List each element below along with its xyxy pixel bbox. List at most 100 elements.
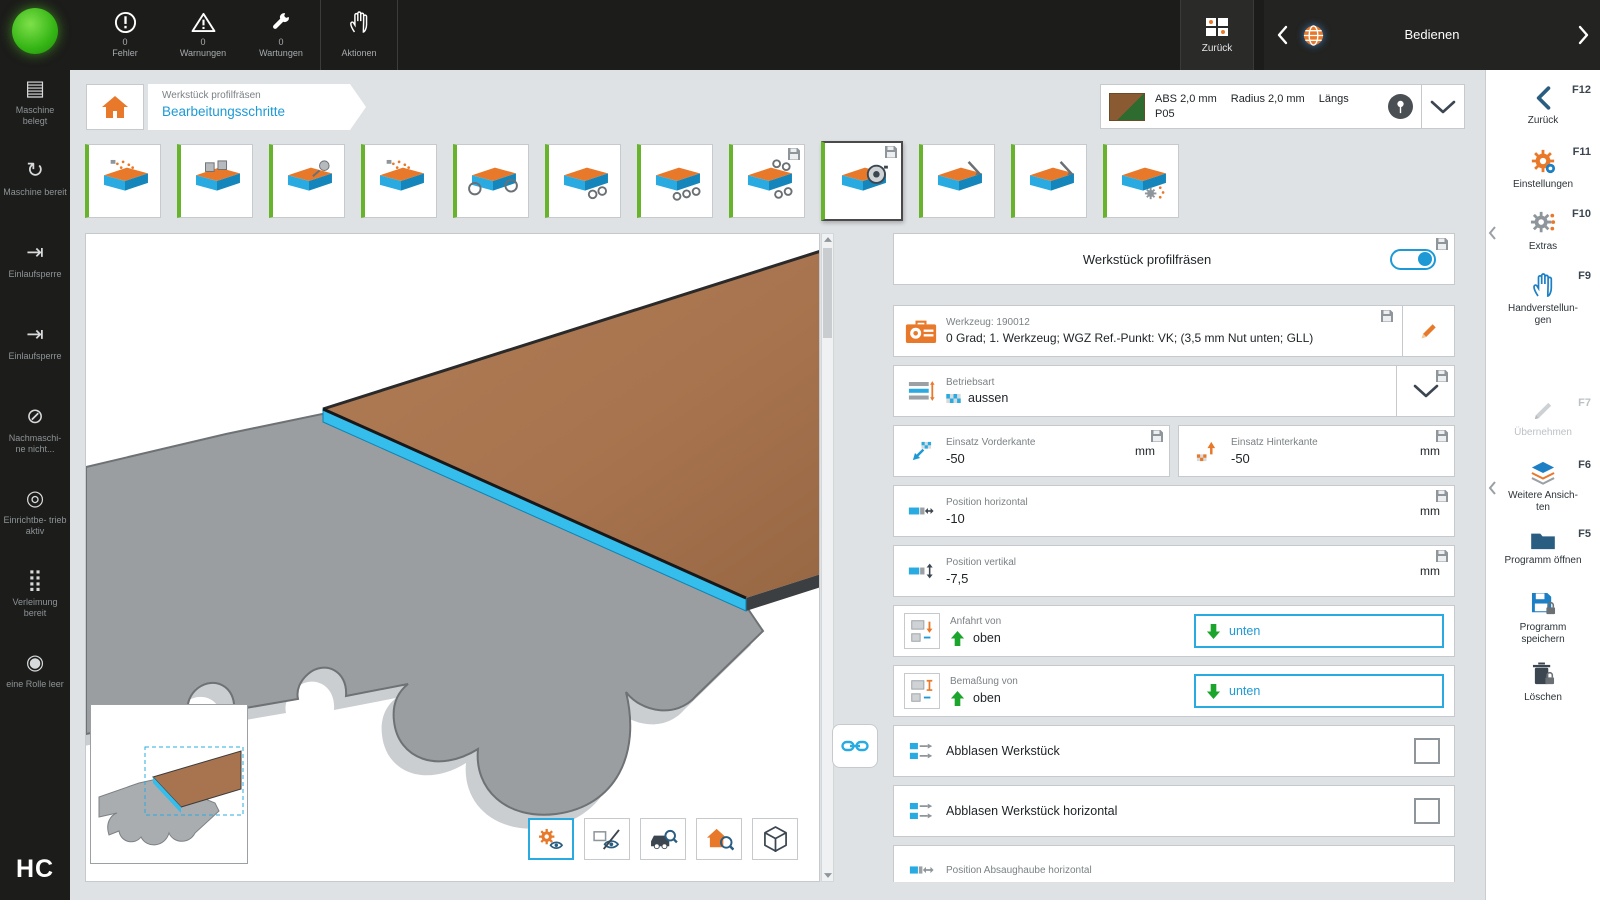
- save-icon: [1435, 429, 1449, 443]
- sidebar-status-label: Einlaufsperre: [5, 351, 64, 362]
- fkey-l-schen[interactable]: Löschen: [1486, 654, 1600, 716]
- abblasen-horizontal-checkbox[interactable]: [1414, 798, 1440, 824]
- back-button[interactable]: Zurück: [1180, 0, 1254, 70]
- fkey-F11[interactable]: F11Einstellungen: [1486, 140, 1600, 202]
- fkey-number: F7: [1578, 397, 1591, 409]
- setup-mode-icon: ◎: [26, 488, 44, 510]
- settings-gear-icon: [1530, 148, 1556, 174]
- field-abblasen-werkstueck-horizontal: Abblasen Werkstück horizontal: [893, 785, 1455, 837]
- zoom-home-button[interactable]: [696, 818, 742, 860]
- home-search-icon: [705, 827, 734, 852]
- step-5-press[interactable]: [453, 144, 529, 218]
- pencil-icon: [1419, 321, 1439, 341]
- sidebar-status-maschine-bereit: ↻Maschine bereit: [0, 152, 70, 234]
- viewport-minimap[interactable]: [90, 704, 248, 864]
- card-werkzeug[interactable]: Werkzeug: 190012 0 Grad; 1. Werkzeug; WG…: [893, 305, 1455, 357]
- scroll-down-icon[interactable]: [824, 873, 832, 878]
- step-8-rollersPair[interactable]: [729, 144, 805, 218]
- step-3-knife[interactable]: [269, 144, 345, 218]
- step-6-rollers2[interactable]: [545, 144, 621, 218]
- abblasen-werkstueck-checkbox[interactable]: [1414, 738, 1440, 764]
- step-11-scraper[interactable]: [1011, 144, 1087, 218]
- status-label: Aktionen: [341, 48, 376, 58]
- material-dropdown-button[interactable]: [1421, 84, 1465, 129]
- folder-icon: [1530, 530, 1556, 550]
- breadcrumb-current: Bearbeitungsschritte: [162, 104, 356, 119]
- hide-workpiece-button[interactable]: [584, 818, 630, 860]
- profilfraesen-toggle[interactable]: [1390, 249, 1436, 270]
- fkey-F6[interactable]: F6Weitere Ansich- ten: [1486, 453, 1600, 522]
- edit-tool-button[interactable]: [1402, 306, 1454, 356]
- anfahrt-option-unten[interactable]: unten: [1194, 614, 1444, 648]
- eye-off-icon: [593, 828, 622, 851]
- field-position-horizontal[interactable]: Position horizontal -10 mm: [893, 485, 1455, 537]
- blow-icon: [904, 802, 938, 820]
- link-parameters-button[interactable]: [832, 724, 878, 768]
- nav-next-button[interactable]: [1578, 25, 1590, 45]
- field-einsatz-vorderkante[interactable]: Einsatz Vorderkante -50 mm: [893, 425, 1170, 477]
- topbar-status-warnungen[interactable]: 0Warnungen: [164, 0, 242, 70]
- save-icon: [1435, 237, 1449, 251]
- fkey-F9[interactable]: F9Handverstellun- gen: [1486, 264, 1600, 335]
- breadcrumb[interactable]: Werkstück profilfräsen Bearbeitungsschri…: [148, 84, 366, 130]
- fkey-number: F12: [1572, 84, 1591, 96]
- card-betriebsart[interactable]: Betriebsart aussen: [893, 365, 1455, 417]
- material-program: P05: [1155, 108, 1378, 120]
- topbar-status-aktionen[interactable]: Aktionen: [320, 0, 398, 70]
- view-3d-button[interactable]: [752, 818, 798, 860]
- step-12-finish[interactable]: [1103, 144, 1179, 218]
- topbar-status-fehler[interactable]: 0Fehler: [86, 0, 164, 70]
- fkey-label: Löschen: [1524, 692, 1562, 704]
- expander-chevron-icon[interactable]: [1488, 226, 1496, 240]
- edge-material-panel[interactable]: ABS 2,0 mm Radius 2,0 mm Längs P05: [1100, 84, 1422, 129]
- error-icon: [114, 9, 137, 35]
- toolbox-icon: [904, 319, 938, 344]
- pin-button[interactable]: [1388, 94, 1413, 119]
- step-10-scraper[interactable]: [919, 144, 995, 218]
- card-title: Werkstück profilfräsen: [904, 252, 1390, 267]
- zoom-aggregate-button[interactable]: [640, 818, 686, 860]
- toggle-tool-display-button[interactable]: [528, 818, 574, 860]
- fkey-programm-speichern[interactable]: Programm speichern: [1486, 584, 1600, 654]
- fkey-number: F9: [1578, 270, 1591, 282]
- panel-scrollbar[interactable]: [821, 233, 834, 882]
- scrollbar-thumb[interactable]: [823, 248, 832, 338]
- fkey-number: F10: [1572, 208, 1591, 220]
- step-1-spray[interactable]: [85, 144, 161, 218]
- field-position-vertikal[interactable]: Position vertikal -7,5 mm: [893, 545, 1455, 597]
- field-position-absaughaube[interactable]: Position Absaughaube horizontal: [893, 845, 1455, 882]
- status-label: Wartungen: [259, 48, 303, 58]
- machine-control-screen: { "topbar": { "status": [ {"icon": "erro…: [0, 0, 1600, 900]
- expander-chevron-icon[interactable]: [1488, 481, 1496, 495]
- step-7-rollers3[interactable]: [637, 144, 713, 218]
- scroll-up-icon[interactable]: [824, 237, 832, 242]
- topbar-status-wartungen[interactable]: 0Wartungen: [242, 0, 320, 70]
- status-label: Fehler: [112, 48, 138, 58]
- gluing-ready-icon: ⣿: [27, 570, 42, 592]
- fkey-spacer: [1486, 335, 1600, 391]
- step-4-spray[interactable]: [361, 144, 437, 218]
- card-werkstueck-profilfraesen: Werkstück profilfräsen: [893, 233, 1455, 285]
- chevron-down-icon: [1430, 100, 1456, 114]
- bemassung-option-unten[interactable]: unten: [1194, 674, 1444, 708]
- fkey-F10[interactable]: F10Extras: [1486, 202, 1600, 264]
- windows-icon: [1205, 17, 1229, 37]
- material-swatch: [1109, 93, 1145, 121]
- step-2-blocks[interactable]: [177, 144, 253, 218]
- step-9-mill[interactable]: [821, 141, 903, 221]
- bemassung-option-oben[interactable]: oben: [950, 690, 1018, 707]
- fkey-number: F6: [1578, 459, 1591, 471]
- anfahrt-option-oben[interactable]: oben: [950, 630, 1001, 647]
- link-icon: [841, 738, 869, 754]
- tool-label: Werkzeug: 190012: [946, 317, 1384, 328]
- fkey-F5[interactable]: F5Programm öffnen: [1486, 522, 1600, 584]
- einsatz-front-icon: [904, 440, 938, 463]
- field-einsatz-hinterkante[interactable]: Einsatz Hinterkante -50 mm: [1178, 425, 1455, 477]
- maintenance-icon: [270, 9, 292, 35]
- pin-icon: [1396, 100, 1405, 114]
- machine-status-lamp-block: [0, 0, 70, 70]
- home-button[interactable]: [86, 84, 144, 130]
- position-horizontal-icon: [904, 503, 938, 519]
- field-label: Position horizontal: [946, 497, 1028, 508]
- fkey-F12[interactable]: F12Zurück: [1486, 78, 1600, 140]
